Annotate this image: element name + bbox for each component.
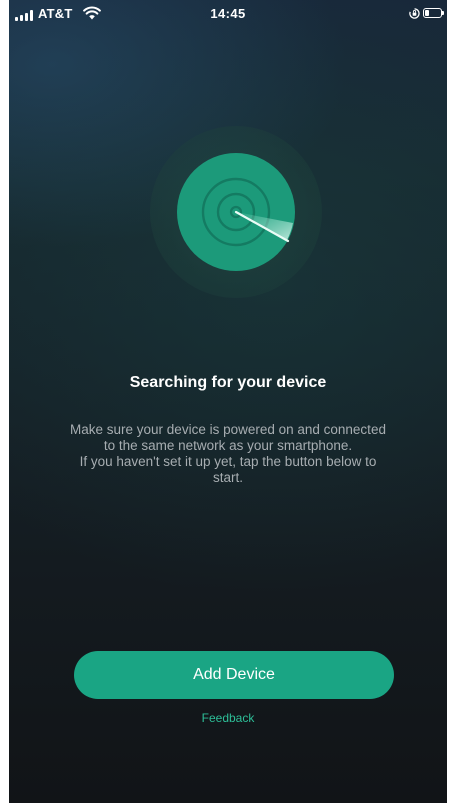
- battery-level: [425, 10, 429, 16]
- battery-icon: [423, 8, 444, 18]
- carrier-name: AT&T: [38, 6, 73, 21]
- instruction-line: If you haven't set it up yet, tap the bu…: [79, 454, 377, 469]
- feedback-link[interactable]: Feedback: [202, 711, 255, 725]
- wifi-icon: [83, 6, 101, 20]
- signal-icon: [15, 10, 35, 21]
- status-bar: AT&T 14:45: [9, 0, 447, 30]
- app-screen: AT&T 14:45 Searching for your device Mak…: [9, 0, 447, 803]
- instruction-text: Make sure your device is powered on and …: [31, 422, 425, 486]
- instruction-line: start.: [212, 470, 243, 485]
- instruction-line: Make sure your device is powered on and …: [70, 422, 386, 437]
- page-title: Searching for your device: [129, 374, 327, 391]
- instruction-line: to the same network as your smartphone.: [103, 438, 353, 453]
- radar-scan-icon: [177, 153, 295, 271]
- orientation-lock-icon: [409, 8, 420, 19]
- status-time: 14:45: [210, 6, 246, 21]
- add-device-button[interactable]: Add Device: [74, 651, 394, 699]
